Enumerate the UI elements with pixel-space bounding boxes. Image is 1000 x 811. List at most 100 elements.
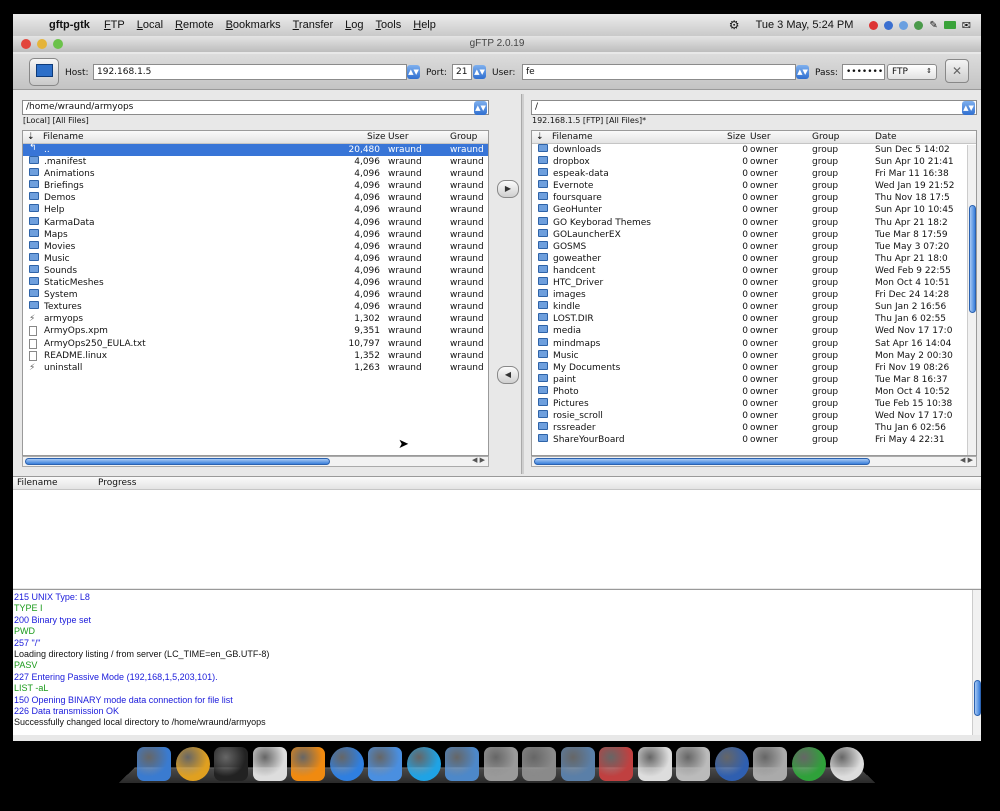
terminal-icon[interactable] [214, 747, 248, 781]
column-filename[interactable]: Filename [43, 132, 84, 142]
table-row[interactable]: ⚡ armyops 1,302 wraund wraund [23, 313, 488, 325]
stop-button[interactable]: ✕ [945, 59, 969, 83]
clock[interactable]: Tue 3 May, 5:24 PM [756, 19, 854, 31]
table-row[interactable]: My Documents 0 owner group Fri Nov 19 08:26 [532, 361, 976, 374]
table-row[interactable]: ArmyOps250_EULA.txt 10,797 wraund wraund [23, 338, 488, 350]
queue-column-progress[interactable]: Progress [98, 478, 136, 488]
log-panel[interactable]: 215 UNIX Type: L8 TYPE I 200 Binary type s… [13, 589, 981, 735]
table-row[interactable]: GeoHunter 0 owner group Sun Apr 10 10:45 [532, 204, 976, 216]
table-row[interactable]: Demos 4,096 wraund wraund [23, 192, 488, 204]
table-row[interactable]: foursquare 0 owner group Thu Nov 18 17:5 [532, 192, 976, 204]
table-row[interactable]: downloads 0 owner group Sun Dec 5 14:02 [532, 144, 976, 156]
scroll-arrows-icon[interactable]: ◀ ▶ [960, 456, 973, 464]
local-horizontal-scrollbar[interactable]: ◀ ▶ [22, 456, 489, 467]
system-preferences-icon[interactable] [522, 747, 556, 781]
column-user[interactable]: User [388, 132, 409, 142]
menu-transfer[interactable]: Transfer [293, 19, 334, 31]
host-input[interactable]: 192.168.1.5 [93, 64, 407, 80]
table-row[interactable]: ArmyOps.xpm 9,351 wraund wraund [23, 325, 488, 337]
table-row[interactable]: kindle 0 owner group Sun Jan 2 16:56 [532, 301, 976, 313]
table-row[interactable]: espeak-data 0 owner group Fri Mar 11 16:38 [532, 168, 976, 180]
menu-tools[interactable]: Tools [376, 19, 402, 31]
table-row[interactable]: System 4,096 wraund wraund [23, 289, 488, 301]
table-row[interactable]: rosie_scroll 0 owner group Wed Nov 17 17:0 [532, 410, 976, 422]
log-vertical-scrollbar[interactable] [972, 590, 981, 735]
table-row[interactable]: ↰.. 20,480 wraund wraund [23, 144, 488, 157]
title-bar[interactable]: gFTP 2.0.19 [13, 36, 981, 52]
column-user[interactable]: User [750, 132, 771, 142]
queue-column-filename[interactable]: Filename [17, 478, 58, 488]
download-left-button[interactable]: ◀ [497, 366, 519, 384]
table-row[interactable]: images 0 owner group Fri Dec 24 14:28 [532, 289, 976, 301]
minimize-window-icon[interactable] [37, 39, 47, 49]
table-row[interactable]: Help 4,096 wraund wraund [23, 204, 488, 216]
host-history-dropdown[interactable]: ▲▼ [407, 65, 420, 79]
maximize-window-icon[interactable] [53, 39, 63, 49]
menu-ftp[interactable]: FTP [104, 19, 125, 31]
table-row[interactable]: README.linux 1,352 wraund wraund [23, 350, 488, 362]
preview-icon[interactable] [445, 747, 479, 781]
table-row[interactable]: ShareYourBoard 0 owner group Fri May 4 22:31 [532, 434, 976, 446]
table-row[interactable]: ⚡ uninstall 1,263 wraund wraund [23, 362, 488, 374]
column-filename[interactable]: Filename [552, 132, 593, 142]
password-input[interactable]: ••••••• [842, 64, 885, 80]
scroll-arrows-icon[interactable]: ◀ ▶ [472, 456, 485, 464]
textedit-icon[interactable] [560, 747, 595, 781]
table-row[interactable]: GOLauncherEX 0 owner group Tue Mar 8 17:59 [532, 228, 976, 241]
user-history-dropdown[interactable]: ▲▼ [796, 65, 809, 79]
table-row[interactable]: Pictures 0 owner group Tue Feb 15 10:38 [532, 397, 976, 410]
remote-file-list[interactable]: ⇣ Filename Size User Group Date download… [531, 130, 977, 456]
chat-icon[interactable] [914, 20, 924, 30]
table-row[interactable]: GOSMS 0 owner group Tue May 3 07:20 [532, 240, 976, 253]
menu-remote[interactable]: Remote [175, 19, 214, 31]
port-history-dropdown[interactable]: ▲▼ [473, 65, 486, 79]
pane-divider[interactable] [521, 94, 524, 474]
remote-path-value[interactable]: / [535, 102, 538, 112]
finder-icon[interactable] [368, 747, 402, 781]
table-row[interactable]: paint 0 owner group Tue Mar 8 16:37 [532, 373, 976, 386]
app-name[interactable]: gftp-gtk [49, 19, 90, 31]
local-path-dropdown[interactable]: ▲▼ [474, 101, 487, 115]
port-input[interactable]: 21 [452, 64, 472, 80]
local-file-list[interactable]: ⇣ Filename Size User Group ↰.. 20,480 wrau… [22, 130, 489, 456]
table-row[interactable]: rssreader 0 owner group Thu Jan 6 02:56 [532, 422, 976, 434]
table-row[interactable]: Evernote 0 owner group Wed Jan 19 21:52 [532, 180, 976, 192]
table-row[interactable]: Sounds 4,096 wraund wraund [23, 264, 488, 277]
local-path-combo[interactable]: /home/wraund/armyops ▲▼ [22, 100, 489, 115]
chrome-icon[interactable] [175, 747, 210, 781]
table-row[interactable]: Music 4,096 wraund wraund [23, 252, 488, 265]
table-row[interactable]: handcent 0 owner group Wed Feb 9 22:55 [532, 264, 976, 277]
table-row[interactable]: goweather 0 owner group Thu Apr 21 18:0 [532, 252, 976, 265]
network-icon[interactable] [714, 747, 749, 781]
table-row[interactable]: HTC_Driver 0 owner group Mon Oct 4 10:51 [532, 277, 976, 289]
vlc-icon[interactable] [291, 747, 325, 781]
quicktime-icon[interactable] [329, 747, 364, 781]
close-window-icon[interactable] [21, 39, 31, 49]
remote-scroll-thumb[interactable] [534, 458, 870, 465]
pencil-icon[interactable]: ✎ [929, 20, 937, 31]
table-row[interactable]: Movies 4,096 wraund wraund [23, 240, 488, 253]
table-row[interactable]: media 0 owner group Wed Nov 17 17:0 [532, 325, 976, 337]
column-date[interactable]: Date [875, 132, 897, 142]
typewriter-icon[interactable] [676, 747, 710, 781]
table-row[interactable]: mindmaps 0 owner group Sat Apr 16 14:04 [532, 337, 976, 350]
record-icon[interactable] [869, 20, 879, 30]
remote-horizontal-scrollbar[interactable]: ◀ ▶ [531, 456, 977, 467]
table-row[interactable]: GO Keyborad Themes 0 owner group Thu Apr 21 … [532, 216, 976, 229]
clock-icon[interactable] [830, 747, 864, 781]
table-row[interactable]: KarmaData 4,096 wraund wraund [23, 216, 488, 229]
green-globe-icon[interactable] [791, 747, 826, 781]
table-row[interactable]: .manifest 4,096 wraund wraund [23, 156, 488, 168]
anchor-icon[interactable] [137, 747, 171, 781]
bluetooth-icon[interactable] [884, 20, 894, 30]
battery-icon[interactable] [943, 21, 956, 29]
column-size[interactable]: Size [367, 132, 385, 142]
table-row[interactable]: Briefings 4,096 wraund wraund [23, 180, 488, 192]
column-group[interactable]: Group [812, 132, 839, 142]
x11-icon[interactable] [252, 747, 287, 781]
remote-vscroll-thumb[interactable] [969, 205, 976, 313]
menu-bookmarks[interactable]: Bookmarks [226, 19, 281, 31]
mail-icon[interactable]: ✉ [962, 19, 971, 32]
table-row[interactable]: Photo 0 owner group Mon Oct 4 10:52 [532, 385, 976, 398]
menu-local[interactable]: Local [137, 19, 163, 31]
